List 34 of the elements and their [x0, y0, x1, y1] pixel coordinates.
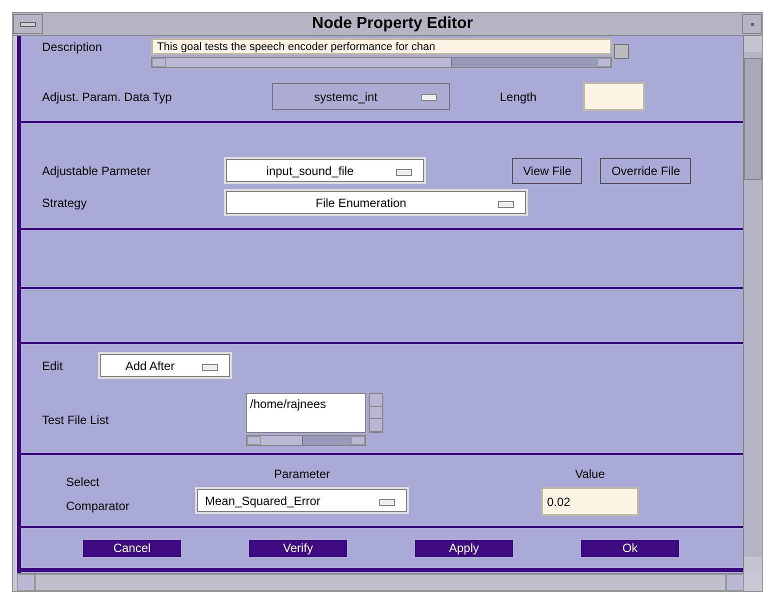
- data-type-dropdown[interactable]: systemc_int: [272, 83, 450, 110]
- parameter-dropdown[interactable]: input_sound_file: [224, 157, 426, 184]
- vertical-scrollbar[interactable]: [369, 393, 383, 433]
- horizontal-scrollbar[interactable]: [246, 435, 366, 446]
- minimize-button[interactable]: [742, 14, 762, 34]
- action-button[interactable]: Verify: [249, 540, 347, 556]
- comparator-label: Select: [66, 475, 100, 489]
- scroll-down-button[interactable]: [614, 44, 629, 59]
- comparator-dropdown[interactable]: Mean_Squared_Error: [195, 487, 409, 514]
- edit-dropdown[interactable]: Add After: [98, 352, 232, 379]
- value-field[interactable]: 0.02: [541, 487, 639, 516]
- strategy-dropdown[interactable]: File Enumeration: [224, 189, 528, 216]
- description-label: Description: [42, 40, 104, 54]
- test-file-list-label: Test File List: [42, 412, 110, 426]
- window-menu-button[interactable]: [13, 14, 43, 34]
- window-title: Node Property Editor: [311, 14, 474, 34]
- adjustable-parameter-label: Adjustable Parmeter: [42, 164, 152, 178]
- comparator-label: Comparator: [66, 499, 130, 513]
- data-type-label: Adjust. Param. Data Typ: [42, 90, 172, 104]
- strategy-label: Strategy: [42, 196, 88, 210]
- list-item[interactable]: /home/rajnees: [250, 397, 362, 411]
- description-field[interactable]: This goal tests the speech encoder performance for chan: [151, 38, 612, 55]
- length-field[interactable]: [582, 82, 645, 111]
- action-button[interactable]: Apply: [415, 540, 513, 556]
- horizontal-scrollbar[interactable]: [151, 57, 612, 68]
- edit-label: Edit: [42, 358, 64, 372]
- length-label: Length: [500, 90, 538, 104]
- file-button[interactable]: Override File: [600, 158, 692, 184]
- value-header: Value: [575, 467, 605, 481]
- action-button[interactable]: Ok: [581, 540, 679, 556]
- action-button[interactable]: Cancel: [83, 540, 181, 556]
- parameter-header: Parameter: [274, 467, 330, 481]
- file-button[interactable]: View File: [512, 158, 582, 184]
- test-file-list[interactable]: /home/rajnees: [246, 393, 366, 433]
